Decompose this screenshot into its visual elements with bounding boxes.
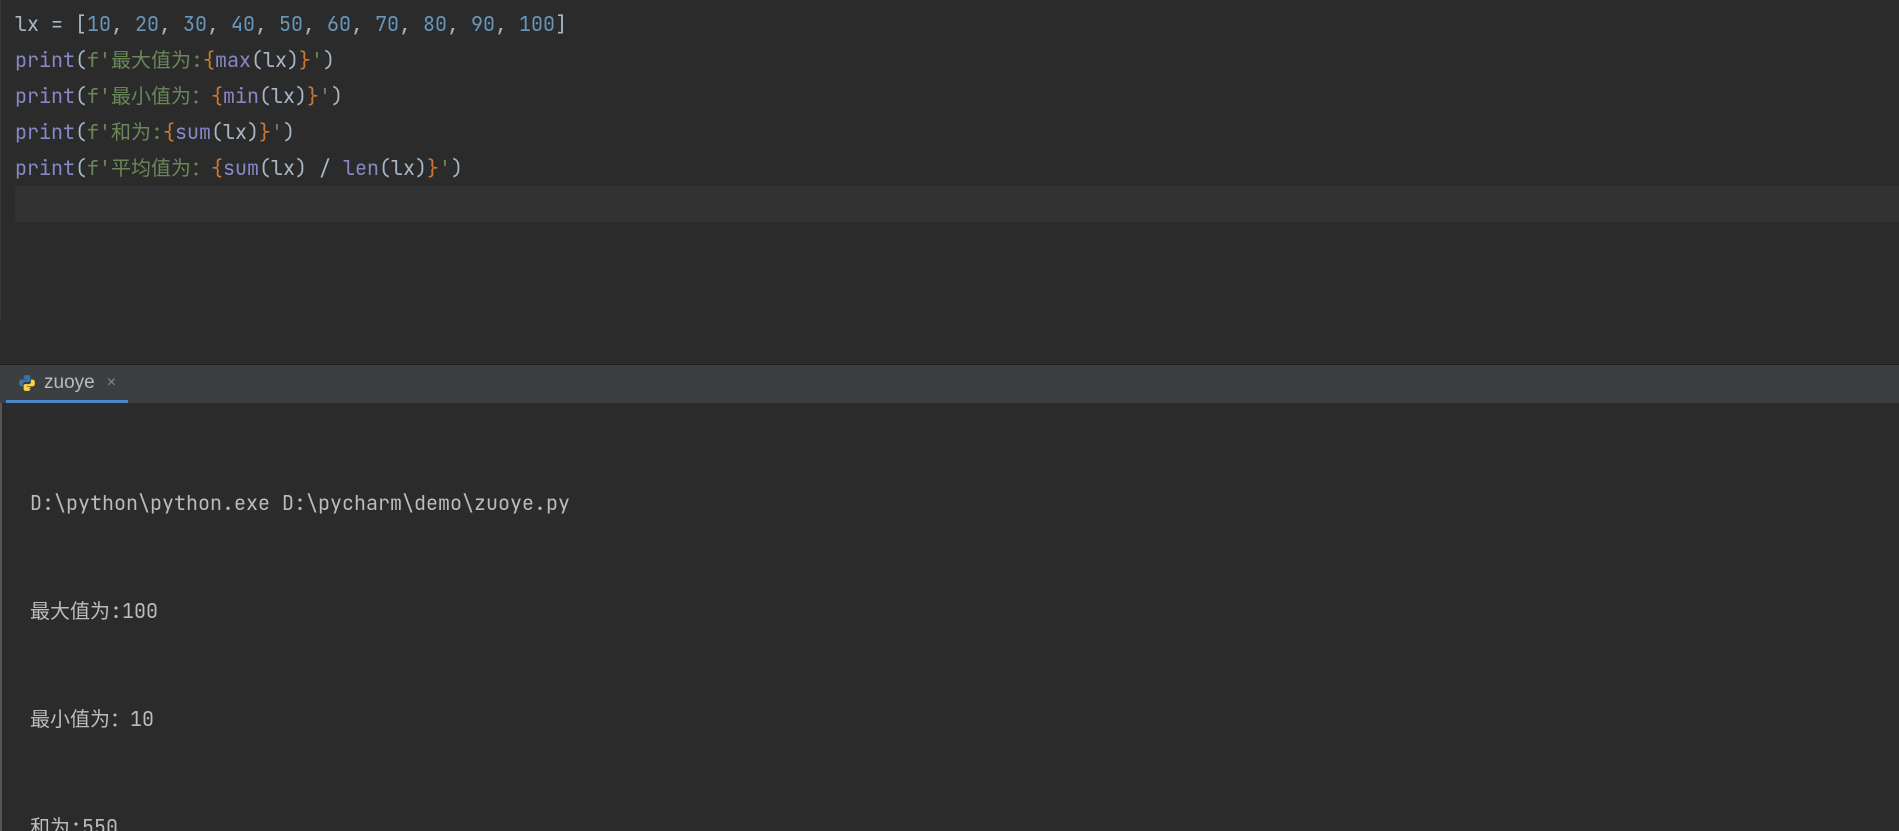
code-line[interactable]: print(f'和为:{sum(lx)}') xyxy=(15,114,1899,150)
code-token: lx xyxy=(15,11,39,37)
code-token: 和为: xyxy=(111,119,163,145)
code-token: f' xyxy=(87,83,111,109)
code-token: [ xyxy=(75,11,87,37)
code-token: lx xyxy=(271,83,295,109)
code-token: 50 xyxy=(279,11,303,37)
code-token: , xyxy=(495,11,519,37)
code-token xyxy=(307,155,319,181)
code-token: 40 xyxy=(231,11,255,37)
console-output-line: 最小值为：10 xyxy=(30,701,1899,737)
code-token: lx xyxy=(263,47,287,73)
code-token: , xyxy=(111,11,135,37)
console-output-line: 和为:550 xyxy=(30,809,1899,831)
code-token: ' xyxy=(439,155,451,181)
code-token: f' xyxy=(87,155,111,181)
code-token: ) xyxy=(451,155,463,181)
code-line[interactable]: print(f'平均值为：{sum(lx) / len(lx)}') xyxy=(15,150,1899,186)
run-tabs-bar: zuoye × xyxy=(0,365,1899,403)
code-token: ( xyxy=(75,83,87,109)
code-token: print xyxy=(15,119,75,145)
code-token: / xyxy=(319,155,331,181)
code-token: , xyxy=(207,11,231,37)
code-token: print xyxy=(15,155,75,181)
code-token: ) xyxy=(295,83,307,109)
code-token: f' xyxy=(87,119,111,145)
code-token: , xyxy=(303,11,327,37)
code-line[interactable]: print(f'最小值为：{min(lx)}') xyxy=(15,78,1899,114)
editor-bottom-spacer xyxy=(0,320,1899,364)
code-token: 平均值为： xyxy=(111,155,211,181)
run-console[interactable]: D:\python\python.exe D:\pycharm\demo\zuo… xyxy=(0,403,1899,831)
code-token: = xyxy=(39,11,75,37)
code-token: ( xyxy=(379,155,391,181)
code-token: min xyxy=(223,83,259,109)
code-token: sum xyxy=(175,119,211,145)
code-token: } xyxy=(427,155,439,181)
console-output-line: 最大值为:100 xyxy=(30,593,1899,629)
run-tab-label: zuoye xyxy=(44,372,95,394)
code-token: ) xyxy=(331,83,343,109)
code-line[interactable]: print(f'最大值为:{max(lx)}') xyxy=(15,42,1899,78)
code-token: , xyxy=(447,11,471,37)
code-token: 70 xyxy=(375,11,399,37)
code-token: ) xyxy=(283,119,295,145)
code-token: ( xyxy=(75,47,87,73)
code-token: lx xyxy=(271,155,295,181)
code-token: , xyxy=(255,11,279,37)
code-token: { xyxy=(211,155,223,181)
code-token: ' xyxy=(271,119,283,145)
code-token: ( xyxy=(75,155,87,181)
code-token: } xyxy=(307,83,319,109)
run-tool-window: zuoye × D:\python\python.exe D:\pycharm\… xyxy=(0,364,1899,831)
code-line[interactable]: lx = [10, 20, 30, 40, 50, 60, 70, 80, 90… xyxy=(15,6,1899,42)
code-token: , xyxy=(399,11,423,37)
code-token: ' xyxy=(311,47,323,73)
code-token: ) xyxy=(295,155,307,181)
code-token xyxy=(331,155,343,181)
code-token: print xyxy=(15,83,75,109)
code-token: ) xyxy=(415,155,427,181)
code-token: 20 xyxy=(135,11,159,37)
code-token: 90 xyxy=(471,11,495,37)
code-token: 最小值为： xyxy=(111,83,211,109)
run-tab-zuoye[interactable]: zuoye × xyxy=(6,365,128,403)
code-token: { xyxy=(211,83,223,109)
code-token: , xyxy=(351,11,375,37)
code-token: ( xyxy=(259,155,271,181)
close-icon[interactable]: × xyxy=(107,374,116,392)
code-token: lx xyxy=(391,155,415,181)
code-token: 最大值为: xyxy=(111,47,203,73)
code-token: { xyxy=(163,119,175,145)
code-token: ] xyxy=(555,11,567,37)
code-line-current[interactable] xyxy=(15,186,1899,222)
code-token: 60 xyxy=(327,11,351,37)
code-token: , xyxy=(159,11,183,37)
code-token: ( xyxy=(211,119,223,145)
code-token: ( xyxy=(259,83,271,109)
code-token: ' xyxy=(319,83,331,109)
code-token: len xyxy=(343,155,379,181)
code-token: ( xyxy=(251,47,263,73)
console-command-line: D:\python\python.exe D:\pycharm\demo\zuo… xyxy=(30,485,1899,521)
code-token: print xyxy=(15,47,75,73)
code-token: 80 xyxy=(423,11,447,37)
code-token: sum xyxy=(223,155,259,181)
code-token: ) xyxy=(247,119,259,145)
code-token: 10 xyxy=(87,11,111,37)
code-token: ) xyxy=(323,47,335,73)
code-token: f' xyxy=(87,47,111,73)
python-file-icon xyxy=(18,374,36,392)
code-token: ( xyxy=(75,119,87,145)
code-editor[interactable]: lx = [10, 20, 30, 40, 50, 60, 70, 80, 90… xyxy=(0,0,1899,320)
code-token: 100 xyxy=(519,11,555,37)
code-token: ) xyxy=(287,47,299,73)
code-token: max xyxy=(215,47,251,73)
code-token: } xyxy=(299,47,311,73)
code-token: } xyxy=(259,119,271,145)
code-token: lx xyxy=(223,119,247,145)
code-token: { xyxy=(203,47,215,73)
code-token: 30 xyxy=(183,11,207,37)
